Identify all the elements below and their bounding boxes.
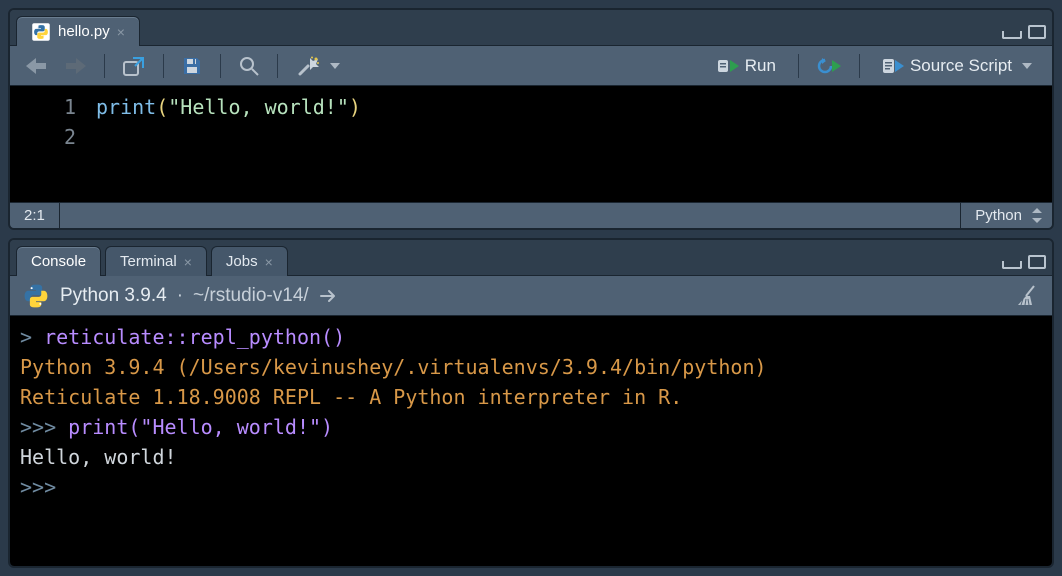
console-info-sep: ·: [177, 285, 183, 307]
tab-terminal[interactable]: Terminal ×: [105, 246, 207, 276]
r-prompt: >: [20, 325, 44, 349]
save-button[interactable]: [176, 52, 208, 80]
editor-toolbar: Run Source Script: [10, 46, 1052, 86]
line-number: 1: [10, 92, 76, 122]
language-selector[interactable]: Python: [960, 203, 1052, 228]
close-tab-icon[interactable]: ×: [117, 24, 125, 40]
tab-console[interactable]: Console: [16, 246, 101, 276]
console-tabs: Console Terminal × Jobs ×: [10, 240, 1052, 276]
pane-maximize-icon[interactable]: [1028, 25, 1046, 39]
pane-maximize-icon[interactable]: [1028, 255, 1046, 269]
pane-window-controls: [1002, 255, 1046, 275]
pane-minimize-icon[interactable]: [1002, 261, 1022, 269]
pane-window-controls: [1002, 25, 1046, 45]
console-command: reticulate::repl_python(): [44, 325, 345, 349]
working-directory: ~/rstudio-v14/: [193, 285, 309, 307]
line-number-gutter: 1 2: [10, 86, 90, 202]
console-stdout: Hello, world!: [20, 445, 177, 469]
close-tab-icon[interactable]: ×: [265, 254, 273, 270]
close-tab-icon[interactable]: ×: [184, 254, 192, 270]
tab-console-label: Console: [31, 253, 86, 270]
line-number: 2: [10, 122, 76, 152]
forward-button[interactable]: [60, 52, 92, 80]
console-info-bar: Python 3.9.4 · ~/rstudio-v14/: [10, 276, 1052, 316]
tab-jobs-label: Jobs: [226, 253, 258, 270]
file-tab-hello-py[interactable]: hello.py ×: [16, 16, 140, 46]
rerun-button[interactable]: [811, 52, 847, 80]
python-icon: [22, 282, 50, 310]
find-button[interactable]: [233, 52, 265, 80]
pane-minimize-icon[interactable]: [1002, 31, 1022, 39]
python-file-icon: [31, 22, 51, 42]
chevron-down-icon: [330, 63, 340, 69]
python-version: Python 3.9.4: [60, 285, 167, 307]
code-tools-button[interactable]: [290, 52, 346, 80]
python-prompt: >>>: [20, 415, 68, 439]
source-button-label: Source Script: [910, 56, 1012, 76]
editor-status-bar: 2:1 Python: [10, 202, 1052, 228]
file-tab-label: hello.py: [58, 23, 110, 40]
tab-terminal-label: Terminal: [120, 253, 177, 270]
cursor-position: 2:1: [10, 203, 60, 228]
console-message: Python 3.9.4 (/Users/kevinushey/.virtual…: [20, 355, 767, 379]
tab-jobs[interactable]: Jobs ×: [211, 246, 288, 276]
console-command: print("Hello, world!"): [68, 415, 333, 439]
python-prompt: >>>: [20, 475, 68, 499]
run-button-label: Run: [745, 56, 776, 76]
source-script-button[interactable]: Source Script: [872, 52, 1042, 80]
console-pane: Console Terminal × Jobs × Python 3.9.4 ·…: [8, 238, 1054, 568]
run-button[interactable]: Run: [707, 52, 786, 80]
code-editor[interactable]: 1 2 print("Hello, world!"): [10, 86, 1052, 202]
goto-directory-icon[interactable]: [319, 288, 339, 304]
console-message: Reticulate 1.18.9008 REPL -- A Python in…: [20, 385, 682, 409]
console-output[interactable]: > reticulate::repl_python() Python 3.9.4…: [10, 316, 1052, 566]
show-in-new-window-button[interactable]: [117, 52, 151, 80]
editor-tabs: hello.py ×: [10, 10, 1052, 46]
clear-console-icon[interactable]: [1014, 283, 1040, 309]
code-content: print("Hello, world!"): [90, 86, 1052, 202]
chevron-down-icon: [1022, 63, 1032, 69]
editor-pane: hello.py ×: [8, 8, 1054, 230]
back-button[interactable]: [20, 52, 52, 80]
